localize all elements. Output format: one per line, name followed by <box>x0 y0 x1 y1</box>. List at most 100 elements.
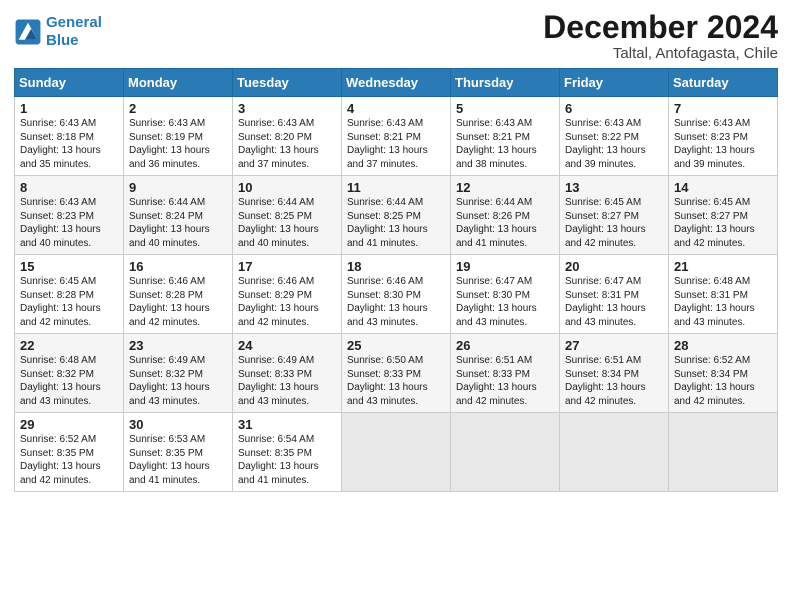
day-number: 19 <box>456 259 554 274</box>
logo-area: General Blue <box>14 10 102 50</box>
weekday-header-wednesday: Wednesday <box>342 69 451 97</box>
calendar-cell: 6Sunrise: 6:43 AMSunset: 8:22 PMDaylight… <box>560 97 669 176</box>
day-info: Sunrise: 6:48 AMSunset: 8:31 PMDaylight:… <box>674 275 772 329</box>
day-number: 23 <box>129 338 227 353</box>
day-info: Sunrise: 6:43 AMSunset: 8:21 PMDaylight:… <box>456 117 554 171</box>
weekday-header-sunday: Sunday <box>15 69 124 97</box>
calendar-container: General Blue December 2024 Taltal, Antof… <box>0 0 792 502</box>
calendar-cell: 2Sunrise: 6:43 AMSunset: 8:19 PMDaylight… <box>124 97 233 176</box>
day-number: 17 <box>238 259 336 274</box>
day-number: 18 <box>347 259 445 274</box>
calendar-cell: 3Sunrise: 6:43 AMSunset: 8:20 PMDaylight… <box>233 97 342 176</box>
header-area: General Blue December 2024 Taltal, Antof… <box>14 10 778 62</box>
day-info: Sunrise: 6:47 AMSunset: 8:30 PMDaylight:… <box>456 275 554 329</box>
day-number: 27 <box>565 338 663 353</box>
calendar-cell: 31Sunrise: 6:54 AMSunset: 8:35 PMDayligh… <box>233 413 342 492</box>
day-info: Sunrise: 6:53 AMSunset: 8:35 PMDaylight:… <box>129 433 227 487</box>
calendar-cell: 27Sunrise: 6:51 AMSunset: 8:34 PMDayligh… <box>560 334 669 413</box>
calendar-cell: 7Sunrise: 6:43 AMSunset: 8:23 PMDaylight… <box>669 97 778 176</box>
calendar-cell: 1Sunrise: 6:43 AMSunset: 8:18 PMDaylight… <box>15 97 124 176</box>
calendar-cell: 8Sunrise: 6:43 AMSunset: 8:23 PMDaylight… <box>15 176 124 255</box>
day-info: Sunrise: 6:50 AMSunset: 8:33 PMDaylight:… <box>347 354 445 408</box>
day-number: 24 <box>238 338 336 353</box>
day-number: 13 <box>565 180 663 195</box>
day-info: Sunrise: 6:44 AMSunset: 8:25 PMDaylight:… <box>347 196 445 250</box>
calendar-cell: 12Sunrise: 6:44 AMSunset: 8:26 PMDayligh… <box>451 176 560 255</box>
day-number: 30 <box>129 417 227 432</box>
weekday-header-saturday: Saturday <box>669 69 778 97</box>
day-number: 2 <box>129 101 227 116</box>
day-info: Sunrise: 6:47 AMSunset: 8:31 PMDaylight:… <box>565 275 663 329</box>
day-info: Sunrise: 6:52 AMSunset: 8:35 PMDaylight:… <box>20 433 118 487</box>
calendar-cell: 19Sunrise: 6:47 AMSunset: 8:30 PMDayligh… <box>451 255 560 334</box>
calendar-cell: 17Sunrise: 6:46 AMSunset: 8:29 PMDayligh… <box>233 255 342 334</box>
day-info: Sunrise: 6:54 AMSunset: 8:35 PMDaylight:… <box>238 433 336 487</box>
day-info: Sunrise: 6:51 AMSunset: 8:33 PMDaylight:… <box>456 354 554 408</box>
calendar-cell: 16Sunrise: 6:46 AMSunset: 8:28 PMDayligh… <box>124 255 233 334</box>
day-info: Sunrise: 6:46 AMSunset: 8:28 PMDaylight:… <box>129 275 227 329</box>
day-info: Sunrise: 6:45 AMSunset: 8:28 PMDaylight:… <box>20 275 118 329</box>
calendar-week-row: 1Sunrise: 6:43 AMSunset: 8:18 PMDaylight… <box>15 97 778 176</box>
day-info: Sunrise: 6:43 AMSunset: 8:18 PMDaylight:… <box>20 117 118 171</box>
calendar-cell: 10Sunrise: 6:44 AMSunset: 8:25 PMDayligh… <box>233 176 342 255</box>
day-info: Sunrise: 6:44 AMSunset: 8:26 PMDaylight:… <box>456 196 554 250</box>
calendar-cell: 21Sunrise: 6:48 AMSunset: 8:31 PMDayligh… <box>669 255 778 334</box>
calendar-cell: 24Sunrise: 6:49 AMSunset: 8:33 PMDayligh… <box>233 334 342 413</box>
calendar-week-row: 8Sunrise: 6:43 AMSunset: 8:23 PMDaylight… <box>15 176 778 255</box>
day-info: Sunrise: 6:43 AMSunset: 8:20 PMDaylight:… <box>238 117 336 171</box>
day-number: 12 <box>456 180 554 195</box>
day-info: Sunrise: 6:46 AMSunset: 8:29 PMDaylight:… <box>238 275 336 329</box>
location: Taltal, Antofagasta, Chile <box>543 45 778 62</box>
calendar-cell: 9Sunrise: 6:44 AMSunset: 8:24 PMDaylight… <box>124 176 233 255</box>
day-number: 1 <box>20 101 118 116</box>
calendar-cell <box>451 413 560 492</box>
calendar-table: SundayMondayTuesdayWednesdayThursdayFrid… <box>14 68 778 492</box>
day-info: Sunrise: 6:49 AMSunset: 8:32 PMDaylight:… <box>129 354 227 408</box>
calendar-cell <box>669 413 778 492</box>
day-number: 15 <box>20 259 118 274</box>
weekday-header-monday: Monday <box>124 69 233 97</box>
calendar-cell: 20Sunrise: 6:47 AMSunset: 8:31 PMDayligh… <box>560 255 669 334</box>
weekday-header-friday: Friday <box>560 69 669 97</box>
day-number: 14 <box>674 180 772 195</box>
day-info: Sunrise: 6:49 AMSunset: 8:33 PMDaylight:… <box>238 354 336 408</box>
calendar-cell: 28Sunrise: 6:52 AMSunset: 8:34 PMDayligh… <box>669 334 778 413</box>
calendar-cell: 18Sunrise: 6:46 AMSunset: 8:30 PMDayligh… <box>342 255 451 334</box>
day-number: 25 <box>347 338 445 353</box>
day-number: 21 <box>674 259 772 274</box>
calendar-cell: 23Sunrise: 6:49 AMSunset: 8:32 PMDayligh… <box>124 334 233 413</box>
day-number: 3 <box>238 101 336 116</box>
day-info: Sunrise: 6:45 AMSunset: 8:27 PMDaylight:… <box>565 196 663 250</box>
weekday-header-thursday: Thursday <box>451 69 560 97</box>
weekday-header-tuesday: Tuesday <box>233 69 342 97</box>
calendar-cell: 14Sunrise: 6:45 AMSunset: 8:27 PMDayligh… <box>669 176 778 255</box>
calendar-cell: 13Sunrise: 6:45 AMSunset: 8:27 PMDayligh… <box>560 176 669 255</box>
logo-text: General Blue <box>46 14 102 50</box>
day-info: Sunrise: 6:48 AMSunset: 8:32 PMDaylight:… <box>20 354 118 408</box>
day-number: 31 <box>238 417 336 432</box>
calendar-cell: 22Sunrise: 6:48 AMSunset: 8:32 PMDayligh… <box>15 334 124 413</box>
day-info: Sunrise: 6:52 AMSunset: 8:34 PMDaylight:… <box>674 354 772 408</box>
day-number: 4 <box>347 101 445 116</box>
day-info: Sunrise: 6:44 AMSunset: 8:25 PMDaylight:… <box>238 196 336 250</box>
title-area: December 2024 Taltal, Antofagasta, Chile <box>543 10 778 62</box>
day-info: Sunrise: 6:46 AMSunset: 8:30 PMDaylight:… <box>347 275 445 329</box>
day-number: 28 <box>674 338 772 353</box>
day-number: 5 <box>456 101 554 116</box>
day-info: Sunrise: 6:43 AMSunset: 8:21 PMDaylight:… <box>347 117 445 171</box>
calendar-week-row: 15Sunrise: 6:45 AMSunset: 8:28 PMDayligh… <box>15 255 778 334</box>
day-number: 22 <box>20 338 118 353</box>
calendar-cell: 5Sunrise: 6:43 AMSunset: 8:21 PMDaylight… <box>451 97 560 176</box>
day-number: 8 <box>20 180 118 195</box>
day-number: 6 <box>565 101 663 116</box>
day-info: Sunrise: 6:44 AMSunset: 8:24 PMDaylight:… <box>129 196 227 250</box>
day-number: 9 <box>129 180 227 195</box>
day-info: Sunrise: 6:43 AMSunset: 8:19 PMDaylight:… <box>129 117 227 171</box>
day-number: 20 <box>565 259 663 274</box>
day-info: Sunrise: 6:43 AMSunset: 8:23 PMDaylight:… <box>20 196 118 250</box>
calendar-cell <box>560 413 669 492</box>
day-number: 11 <box>347 180 445 195</box>
calendar-cell: 4Sunrise: 6:43 AMSunset: 8:21 PMDaylight… <box>342 97 451 176</box>
month-title: December 2024 <box>543 10 778 45</box>
calendar-cell: 30Sunrise: 6:53 AMSunset: 8:35 PMDayligh… <box>124 413 233 492</box>
